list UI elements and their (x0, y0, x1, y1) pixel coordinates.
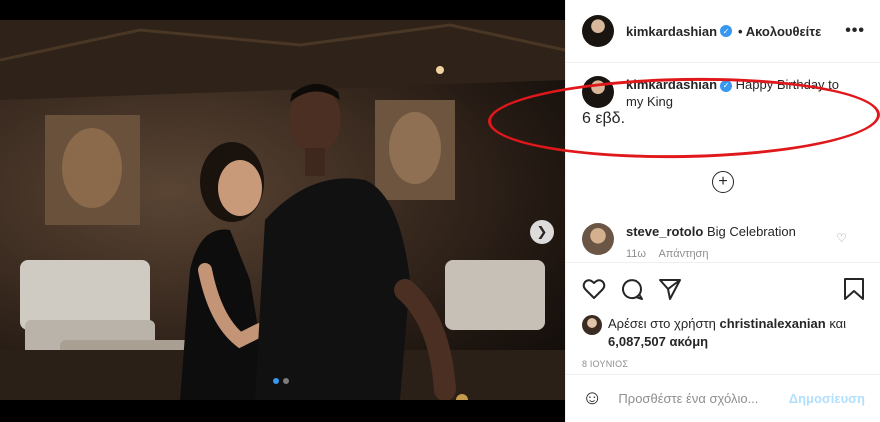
carousel-dot (283, 378, 289, 384)
more-icon[interactable]: ••• (845, 22, 865, 40)
caption-body: kimkardashian ✓ Happy Birthday to my King (626, 76, 846, 110)
comment-input[interactable] (616, 390, 781, 407)
follow-status[interactable]: • Ακολουθείτε (738, 24, 821, 39)
likes-prefix: Αρέσει στο χρήστη (608, 316, 716, 331)
author-username[interactable]: kimkardashian (626, 24, 717, 39)
comment-item: steve_rotolo Big Celebration 11ω Απάντησ… (582, 223, 865, 260)
emoji-icon[interactable]: ☺ (582, 387, 602, 410)
reply-button[interactable]: Απάντηση (658, 248, 708, 260)
comment-text: Big Celebration (706, 224, 796, 239)
caption-username[interactable]: kimkardashian (626, 77, 717, 92)
verified-icon: ✓ (720, 25, 733, 37)
carousel-dot (273, 378, 279, 384)
likes-summary: Αρέσει στο χρήστη christinalexanian και … (582, 315, 865, 351)
post-date: 8 ΙΟΥΝΙΟΣ (582, 359, 629, 369)
carousel-indicator (273, 378, 289, 384)
post-photo-pane: ❯ (0, 0, 565, 422)
post-photo[interactable]: ❯ (0, 20, 565, 400)
comment-like-heart-icon[interactable]: ♡ (836, 231, 847, 245)
commenter-avatar[interactable] (582, 223, 614, 255)
photo-illustration (0, 20, 565, 400)
action-icon-row (582, 275, 865, 303)
post-comment-button[interactable]: Δημοσίευση (789, 391, 865, 406)
comment-icon[interactable] (620, 277, 644, 301)
add-comment-bar: ☺ Δημοσίευση (566, 374, 880, 422)
bookmark-icon[interactable] (843, 277, 865, 301)
post-details-panel: kimkardashian ✓ • Ακολουθείτε ••• kimkar… (565, 0, 880, 422)
comment-body: steve_rotolo Big Celebration 11ω Απάντησ… (626, 223, 826, 260)
comment-time: 11ω (626, 248, 647, 260)
author-avatar[interactable] (582, 15, 614, 47)
caption-avatar[interactable] (582, 76, 614, 108)
post-actions: Αρέσει στο χρήστη christinalexanian και … (566, 262, 880, 369)
caption-time: 6 εβδ. (582, 110, 626, 127)
likes-suffix[interactable]: ακόμη (669, 334, 708, 349)
verified-icon: ✓ (720, 79, 733, 92)
plus-circle-icon[interactable]: + (712, 171, 734, 193)
post-caption: kimkardashian ✓ Happy Birthday to my King (566, 76, 880, 110)
comment-meta: 11ω Απάντηση (626, 245, 826, 260)
comments-area[interactable]: kimkardashian ✓ Happy Birthday to my King… (566, 76, 880, 260)
chevron-right-icon: ❯ (536, 224, 548, 239)
post-header: kimkardashian ✓ • Ακολουθείτε ••• (566, 0, 880, 63)
next-photo-button[interactable]: ❯ (530, 220, 554, 244)
comment-username[interactable]: steve_rotolo (626, 224, 703, 239)
likes-count[interactable]: 6,087,507 (608, 334, 666, 349)
liker-username[interactable]: christinalexanian (719, 316, 825, 331)
share-icon[interactable] (658, 277, 682, 301)
heart-icon[interactable] (582, 277, 606, 301)
likes-connector: και (829, 316, 847, 331)
likes-text: Αρέσει στο χρήστη christinalexanian και … (608, 315, 865, 351)
liker-avatar[interactable] (582, 315, 602, 335)
